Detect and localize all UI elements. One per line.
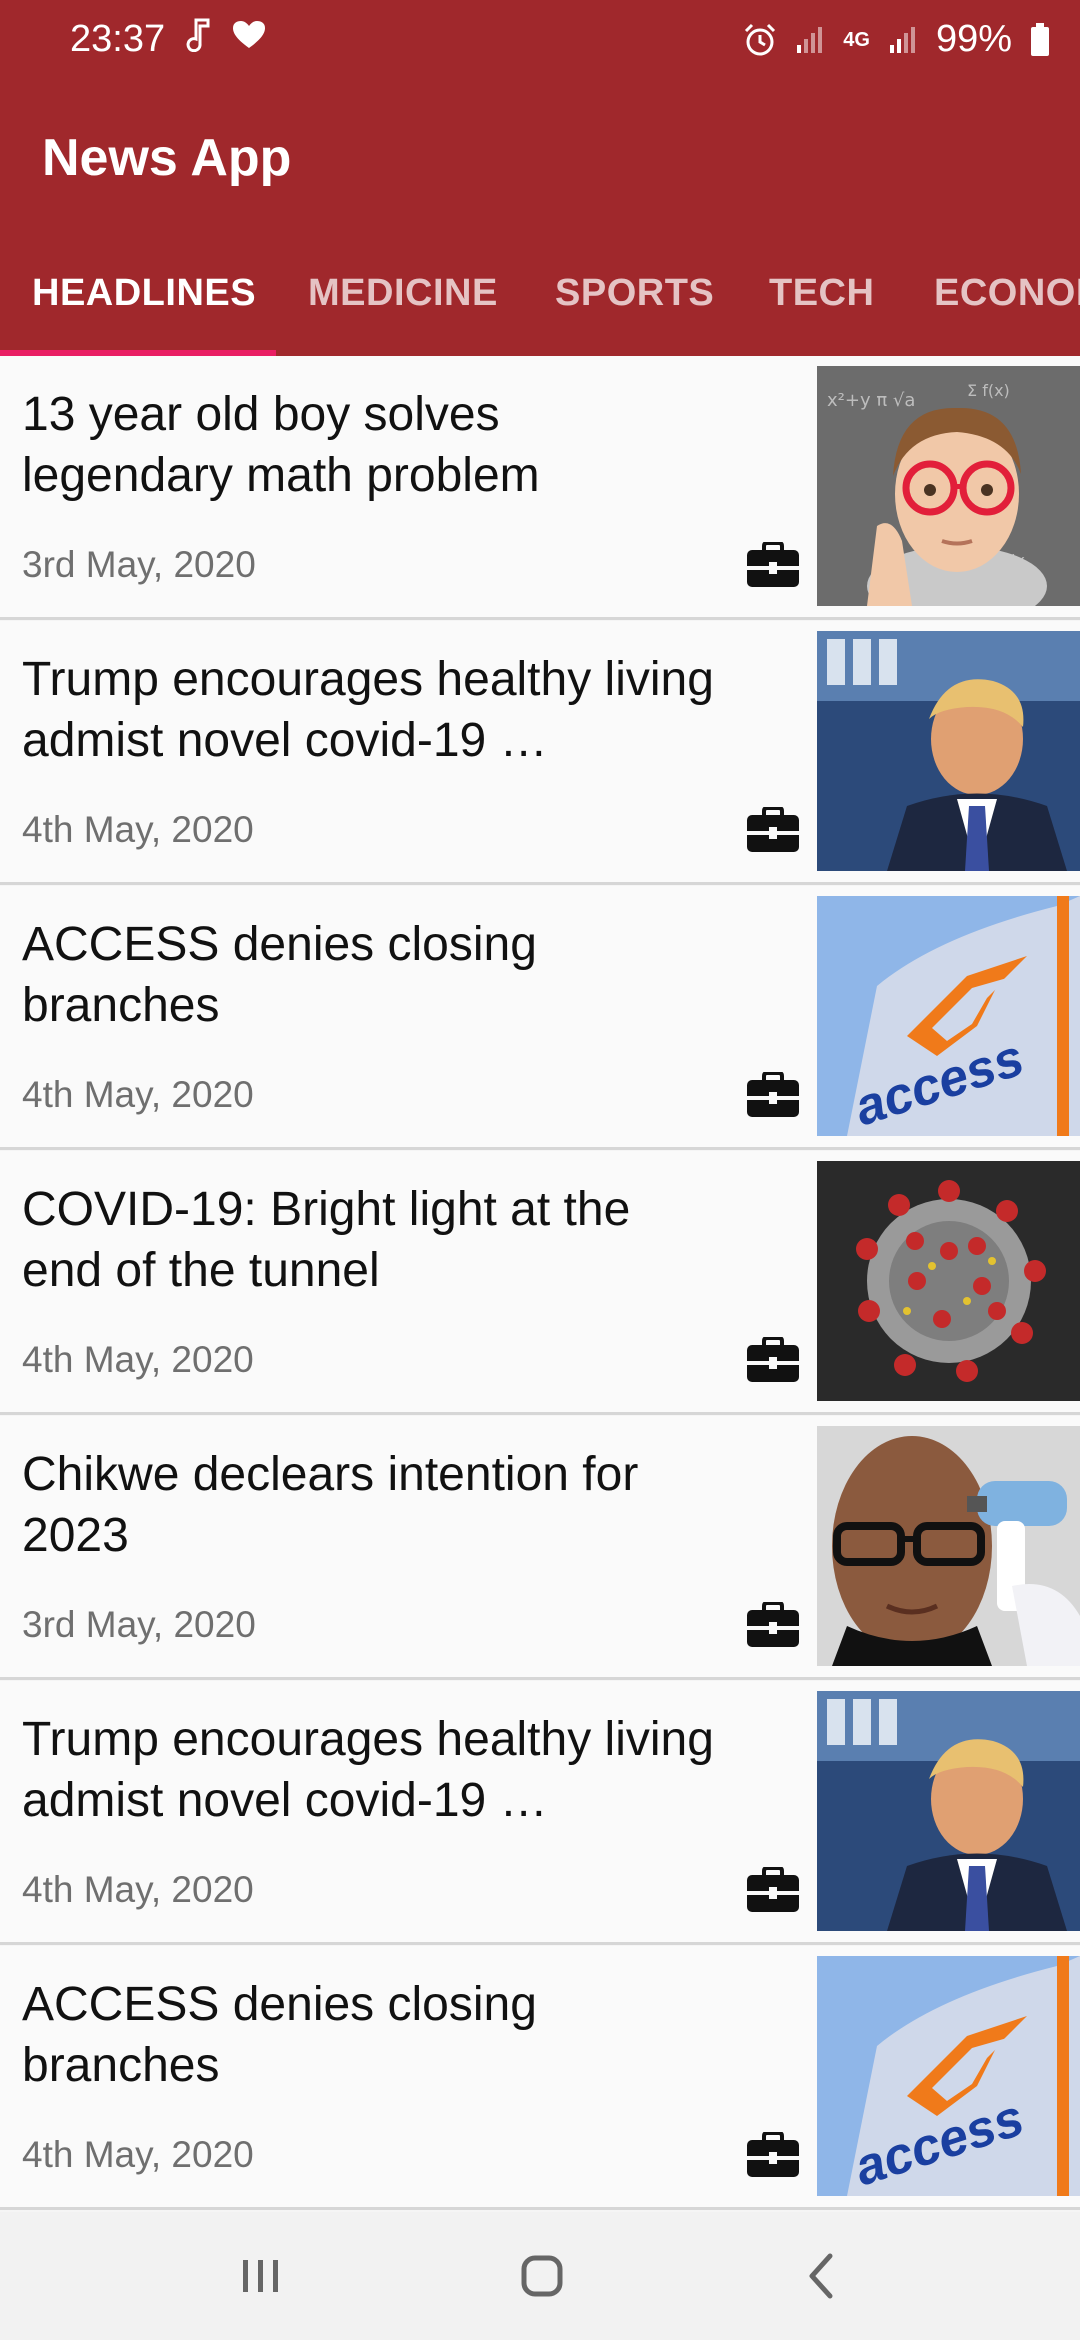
article-date: 4th May, 2020 xyxy=(22,1339,254,1380)
article-image-thermometer-screening[interactable] xyxy=(817,1426,1080,1666)
article-card[interactable]: Chikwe declears intention for 2023 3rd M… xyxy=(0,1416,1080,1680)
briefcase-icon[interactable] xyxy=(746,1072,800,1118)
article-date: 4th May, 2020 xyxy=(22,809,254,850)
status-bar: 23:37 4G 99% xyxy=(0,0,1080,80)
signal-icon xyxy=(889,26,915,53)
article-list[interactable]: 13 year old boy solves legendary math pr… xyxy=(0,356,1080,2212)
signal-icon xyxy=(797,26,823,53)
network-4g-icon: 4G xyxy=(843,28,870,51)
article-image-boy-glasses-chalkboard[interactable]: x²+y π √a Σ f(x) ∫dx xyxy=(817,366,1080,606)
article-title: ACCESS denies closing branches xyxy=(22,1978,537,2092)
status-time: 23:37 xyxy=(70,18,166,60)
briefcase-icon[interactable] xyxy=(746,1602,800,1648)
tab-sports[interactable]: SPORTS xyxy=(555,272,714,315)
article-card[interactable]: Trump encourages healthy living admist n… xyxy=(0,1681,1080,1945)
heart-icon xyxy=(233,21,265,48)
back-icon[interactable] xyxy=(792,2246,852,2306)
svg-text:Σ f(x): Σ f(x) xyxy=(967,381,1010,400)
category-tabs: HEADLINES MEDICINE SPORTS TECH ECONOMY xyxy=(0,250,1080,356)
article-card[interactable]: 13 year old boy solves legendary math pr… xyxy=(0,356,1080,620)
recent-apps-icon[interactable] xyxy=(231,2246,291,2306)
article-title: Chikwe declears intention for 2023 xyxy=(22,1448,639,1562)
tab-economy[interactable]: ECONOMY xyxy=(934,272,1080,315)
article-title: Trump encourages healthy living admist n… xyxy=(22,1713,714,1827)
article-card[interactable]: ACCESS denies closing branches 4th May, … xyxy=(0,1946,1080,2210)
tab-medicine[interactable]: MEDICINE xyxy=(308,272,498,315)
app-title: News App xyxy=(42,129,292,187)
article-date: 3rd May, 2020 xyxy=(22,544,256,585)
article-image-white-house-podium[interactable] xyxy=(817,631,1080,871)
battery-icon xyxy=(1031,22,1049,56)
briefcase-icon[interactable] xyxy=(746,1337,800,1383)
briefcase-icon[interactable] xyxy=(746,807,800,853)
article-date: 4th May, 2020 xyxy=(22,1869,254,1910)
briefcase-icon[interactable] xyxy=(746,2132,800,2178)
alarm-icon xyxy=(745,23,776,55)
tab-tech[interactable]: TECH xyxy=(769,272,874,315)
svg-text:x²+y π √a: x²+y π √a xyxy=(827,390,915,411)
article-title: Trump encourages healthy living admist n… xyxy=(22,653,714,767)
article-title: 13 year old boy solves legendary math pr… xyxy=(22,388,540,502)
article-title: ACCESS denies closing branches xyxy=(22,918,537,1032)
briefcase-icon[interactable] xyxy=(746,542,800,588)
article-image-access-bank-sign[interactable]: access xyxy=(817,1956,1080,2196)
article-card[interactable]: COVID-19: Bright light at the end of the… xyxy=(0,1151,1080,1415)
home-icon[interactable] xyxy=(512,2246,572,2306)
battery-percent: 99% xyxy=(935,18,1012,60)
article-date: 4th May, 2020 xyxy=(22,2134,254,2175)
system-nav-bar xyxy=(0,2212,1080,2340)
article-card[interactable]: ACCESS denies closing branches 4th May, … xyxy=(0,886,1080,1150)
article-title: COVID-19: Bright light at the end of the… xyxy=(22,1183,631,1297)
article-image-access-bank-sign[interactable]: access xyxy=(817,896,1080,1136)
app-bar: 23:37 4G 99% News App HEADLINES MEDICINE… xyxy=(0,0,1080,356)
article-card[interactable]: Trump encourages healthy living admist n… xyxy=(0,621,1080,885)
article-date: 4th May, 2020 xyxy=(22,1074,254,1115)
article-date: 3rd May, 2020 xyxy=(22,1604,256,1645)
briefcase-icon[interactable] xyxy=(746,1867,800,1913)
article-image-coronavirus-particle[interactable] xyxy=(817,1161,1080,1401)
tab-headlines[interactable]: HEADLINES xyxy=(32,272,256,315)
music-note-icon xyxy=(186,18,210,52)
article-image-white-house-podium[interactable] xyxy=(817,1691,1080,1931)
